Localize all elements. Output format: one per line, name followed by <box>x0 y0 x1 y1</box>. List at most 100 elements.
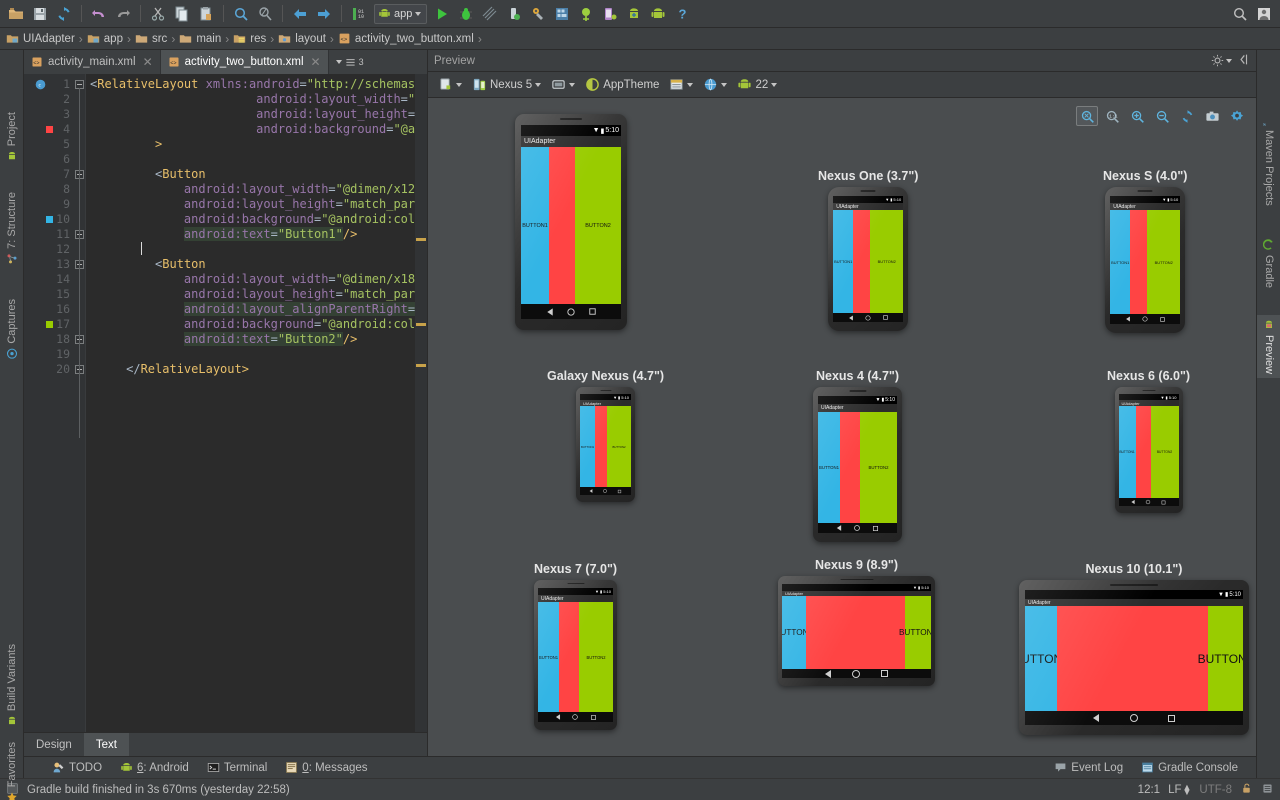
device-preview[interactable]: Nexus 6 (6.0")▼▮5:10UIAdapterBUTTON1BUTT… <box>1107 369 1190 513</box>
device-preview[interactable]: Nexus 4 (4.7")▼▮5:10UIAdapterBUTTON1BUTT… <box>813 369 902 542</box>
nav-home-icon[interactable] <box>572 714 577 719</box>
code-editor[interactable]: 1c234567891011121314151617181920 <Relati… <box>24 74 427 732</box>
preview-button1[interactable]: BUTTON1 <box>782 596 806 669</box>
project-structure-icon[interactable] <box>526 2 550 26</box>
attach-debugger-icon[interactable] <box>502 2 526 26</box>
device-preview[interactable]: Nexus One (3.7")▼▮5:10UIAdapterBUTTON1BU… <box>818 169 918 331</box>
breadcrumb-item-main[interactable]: main <box>179 32 224 45</box>
run-icon[interactable] <box>430 2 454 26</box>
preview-button1[interactable]: BUTTON1 <box>1110 210 1130 314</box>
nav-recents-icon[interactable] <box>873 525 878 530</box>
sidebar-item-structure[interactable]: 7: Structure <box>0 188 24 269</box>
sidebar-item-captures[interactable]: Captures <box>0 295 24 364</box>
preview-button1[interactable]: BUTTON1 <box>1025 606 1057 711</box>
device-preview[interactable]: ▼▮5:10UIAdapterBUTTON1BUTTON2 <box>515 114 627 330</box>
class-marker-icon[interactable]: c <box>35 79 46 90</box>
screenshot-button[interactable] <box>1201 106 1223 126</box>
nav-back-icon[interactable] <box>1131 500 1134 504</box>
preview-settings-button[interactable] <box>1211 54 1232 67</box>
back-icon[interactable] <box>288 2 312 26</box>
zoom-out-button[interactable] <box>1151 106 1173 126</box>
preview-button1[interactable]: BUTTON1 <box>538 602 559 712</box>
nav-home-icon[interactable] <box>567 308 574 315</box>
editor-fold-column[interactable] <box>74 74 86 732</box>
preview-canvas[interactable]: 1:1 <box>428 98 1256 756</box>
close-icon[interactable]: ✕ <box>143 55 153 69</box>
toolwindow-terminal[interactable]: Terminal <box>207 761 267 774</box>
toolwindow-todo[interactable]: TODO <box>52 761 102 774</box>
cut-icon[interactable] <box>146 2 170 26</box>
breadcrumb-item-uiadapter[interactable]: UIAdapter <box>6 32 78 45</box>
preview-button2[interactable]: BUTTON2 <box>870 210 903 313</box>
preview-button1[interactable]: BUTTON1 <box>833 210 853 313</box>
device-preview[interactable]: Nexus 7 (7.0")▼▮5:10UIAdapterBUTTON1BUTT… <box>534 562 617 730</box>
nav-back-icon[interactable] <box>1093 714 1099 722</box>
sidebar-item-favorites[interactable]: Favorites <box>0 738 24 800</box>
nav-recents-icon[interactable] <box>1160 317 1164 321</box>
nav-back-icon[interactable] <box>547 308 552 315</box>
nav-back-icon[interactable] <box>555 714 559 719</box>
sidebar-item-build-variants[interactable]: Build Variants <box>0 640 24 731</box>
encoding-indicator[interactable]: UTF-8 <box>1199 784 1232 796</box>
copy-icon[interactable] <box>170 2 194 26</box>
breadcrumb-item-layout[interactable]: layout <box>278 32 329 45</box>
replace-icon[interactable] <box>253 2 277 26</box>
editor-gutter[interactable]: 1c234567891011121314151617181920 <box>24 74 74 732</box>
config-chooser[interactable] <box>434 75 466 95</box>
nav-home-icon[interactable] <box>603 489 607 493</box>
color-swatch-blue[interactable] <box>46 216 53 223</box>
zoom-actual-size-button[interactable]: 1:1 <box>1101 106 1123 126</box>
coverage-icon[interactable] <box>478 2 502 26</box>
close-icon[interactable]: ✕ <box>311 55 321 69</box>
breadcrumb-item-res[interactable]: res <box>233 32 269 45</box>
preview-collapse-button[interactable] <box>1237 53 1250 69</box>
api-chooser[interactable]: 22 <box>733 75 781 95</box>
sidebar-item-project[interactable]: Project <box>0 108 24 166</box>
sidebar-item-maven-projects[interactable]: m Maven Projects <box>1257 110 1280 210</box>
nav-recents-icon[interactable] <box>1162 500 1166 504</box>
breadcrumb-item-file[interactable]: <> activity_two_button.xml <box>338 32 477 45</box>
forward-icon[interactable] <box>312 2 336 26</box>
tab-design[interactable]: Design <box>24 733 84 756</box>
sidebar-item-preview[interactable]: Preview <box>1257 315 1280 378</box>
breadcrumb-item-src[interactable]: src <box>135 32 170 45</box>
preview-button1[interactable]: BUTTON1 <box>580 406 595 487</box>
nav-home-icon[interactable] <box>865 315 870 320</box>
toolwindow-gradle-console[interactable]: Gradle Console <box>1141 761 1238 774</box>
tab-text[interactable]: Text <box>84 733 129 756</box>
color-swatch-red[interactable] <box>46 126 53 133</box>
android-icon[interactable] <box>646 2 670 26</box>
nav-home-icon[interactable] <box>1130 714 1138 722</box>
account-icon[interactable] <box>1252 2 1276 26</box>
editor-tab-overflow[interactable]: 3 <box>329 50 371 74</box>
preview-button2[interactable]: BUTTON2 <box>1208 606 1243 711</box>
nav-recents-icon[interactable] <box>618 489 621 492</box>
device-preview[interactable]: Galaxy Nexus (4.7")▼▮5:10UIAdapterBUTTON… <box>547 369 664 502</box>
editor-tab-activity-main[interactable]: <> activity_main.xml ✕ <box>24 50 161 74</box>
help-icon[interactable]: ? <box>670 2 694 26</box>
refresh-render-button[interactable] <box>1176 106 1198 126</box>
editor-code-text[interactable]: <RelativeLayout xmlns:android="http://sc… <box>86 74 415 732</box>
sdk-manager-icon[interactable] <box>550 2 574 26</box>
preview-button1[interactable]: BUTTON1 <box>818 412 840 523</box>
compile-icon[interactable]: 0110 <box>347 2 371 26</box>
nav-recents-icon[interactable] <box>1168 715 1175 722</box>
device-chooser[interactable]: Nexus 5 <box>468 75 545 95</box>
preview-button2[interactable]: BUTTON2 <box>1151 406 1179 498</box>
save-all-icon[interactable] <box>28 2 52 26</box>
open-folder-icon[interactable] <box>4 2 28 26</box>
debug-icon[interactable] <box>454 2 478 26</box>
theme-chooser[interactable]: AppTheme <box>581 75 663 95</box>
nav-recents-icon[interactable] <box>591 715 596 720</box>
editor-error-stripe[interactable] <box>415 74 427 732</box>
nav-home-icon[interactable] <box>1142 316 1147 321</box>
preview-button2[interactable]: BUTTON2 <box>579 602 613 712</box>
device-preview[interactable]: Nexus S (4.0")▼▮5:10UIAdapterBUTTON1BUTT… <box>1103 169 1187 333</box>
preview-button2[interactable]: BUTTON2 <box>575 147 621 304</box>
preview-button2[interactable]: BUTTON2 <box>860 412 897 523</box>
preview-button2[interactable]: BUTTON2 <box>607 406 631 487</box>
sync-gradle-icon[interactable] <box>622 2 646 26</box>
sidebar-item-gradle[interactable]: Gradle <box>1257 235 1280 292</box>
orientation-chooser[interactable] <box>547 75 579 95</box>
toolwindow-android[interactable]: 6: Android <box>120 761 189 774</box>
